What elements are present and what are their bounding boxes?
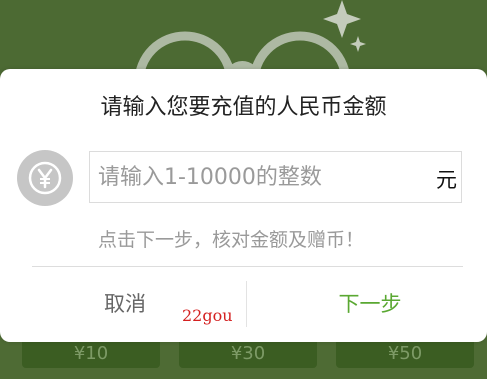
hint-text: 点击下一步，核对金额及赠币！ xyxy=(98,229,365,251)
dialog-title: 请输入您要充值的人民币金额 xyxy=(100,95,387,120)
amount-input-box: 元 xyxy=(89,151,462,203)
currency-unit-label: 元 xyxy=(436,168,457,192)
horizontal-divider xyxy=(32,266,463,267)
next-step-button[interactable]: 下一步 xyxy=(300,282,440,326)
cancel-button[interactable]: 取消 xyxy=(60,282,190,326)
recharge-dialog: 请输入您要充值的人民币金额 元 点击下一步，核对金额及赠币！ 取消 下一步 22… xyxy=(0,69,487,342)
watermark-text: 22gou xyxy=(182,306,233,325)
vertical-divider xyxy=(246,281,247,327)
sparkle-large-icon xyxy=(323,0,361,38)
sparkle-small-icon xyxy=(350,36,366,52)
yen-coin-icon xyxy=(17,150,73,206)
amount-input[interactable] xyxy=(98,152,418,202)
